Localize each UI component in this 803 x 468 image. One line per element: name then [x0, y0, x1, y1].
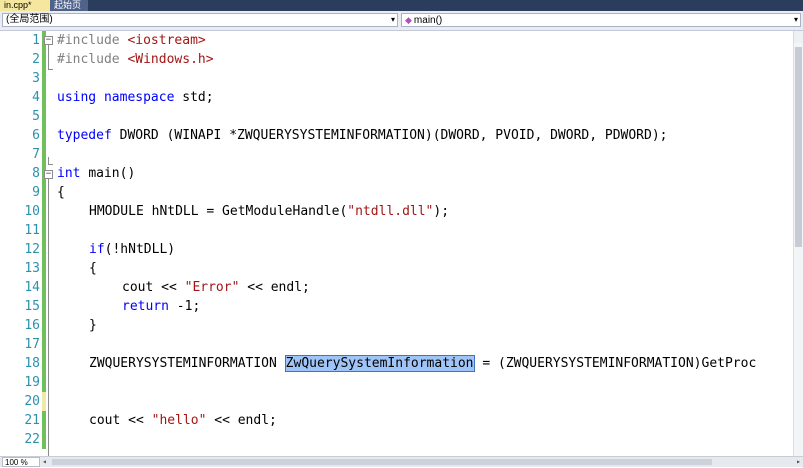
- method-icon: ◆: [405, 15, 412, 25]
- line-number: 21: [24, 413, 40, 428]
- line-number: 20: [24, 394, 40, 409]
- split-handle[interactable]: [793, 31, 803, 43]
- change-marker: [42, 316, 46, 335]
- change-marker: [42, 411, 46, 430]
- line-number: 1: [32, 33, 40, 48]
- change-marker: [42, 145, 46, 164]
- tab-start-page[interactable]: 起始页: [50, 0, 88, 11]
- change-marker: [42, 202, 46, 221]
- line-number: 8: [32, 166, 40, 181]
- change-marker: [42, 183, 46, 202]
- code-line-6: typedef DWORD (WINAPI *ZWQUERYSYSTEMINFO…: [57, 128, 668, 143]
- scroll-left-icon[interactable]: ◂: [42, 457, 47, 467]
- line-number: 4: [32, 90, 40, 105]
- tab-label: 起始页: [54, 0, 82, 10]
- line-number: 17: [24, 337, 40, 352]
- change-marker: [42, 126, 46, 145]
- change-marker: [42, 50, 46, 69]
- line-number: 14: [24, 280, 40, 295]
- vertical-scrollbar[interactable]: [793, 43, 803, 456]
- line-number: 16: [24, 318, 40, 333]
- line-number: 3: [32, 71, 40, 86]
- scope-dropdown[interactable]: (全局范围) ▾: [2, 13, 398, 27]
- outline-line: [48, 43, 49, 69]
- code-line-2: #include <Windows.h>: [57, 52, 214, 67]
- horizontal-scrollbar[interactable]: 100 % ◂ ▸: [0, 456, 803, 467]
- code-line-14: cout << "Error" << endl;: [122, 280, 310, 295]
- line-number: 22: [24, 432, 40, 447]
- code-editor[interactable]: #include <iostream> #include <Windows.h>…: [57, 31, 793, 456]
- chevron-down-icon[interactable]: ▾: [794, 14, 798, 26]
- change-marker: [42, 354, 46, 373]
- change-marker: [42, 107, 46, 126]
- navigation-bar: (全局范围) ▾ ◆ main() ▾: [0, 11, 803, 31]
- function-dropdown[interactable]: ◆ main() ▾: [401, 13, 801, 27]
- scroll-right-icon[interactable]: ▸: [796, 457, 801, 467]
- code-line-13: {: [89, 261, 97, 276]
- line-number: 5: [32, 109, 40, 124]
- scrollbar-thumb[interactable]: [795, 47, 802, 247]
- outline-line: [48, 164, 53, 165]
- tab-label: in.cpp*: [4, 0, 32, 10]
- scope-value: (全局范围): [6, 14, 53, 25]
- code-line-4: using namespace std;: [57, 90, 214, 105]
- change-marker: [42, 373, 46, 392]
- outline-line: [48, 179, 49, 459]
- change-marker: [42, 240, 46, 259]
- change-marker: [42, 259, 46, 278]
- line-number: 18: [24, 356, 40, 371]
- selected-identifier[interactable]: ZwQuerySystemInformation: [284, 355, 475, 372]
- change-marker: [42, 221, 46, 240]
- scrollbar-thumb[interactable]: [52, 459, 712, 465]
- change-marker: [42, 297, 46, 316]
- line-number: 12: [24, 242, 40, 257]
- tab-strip: in.cpp* 起始页: [0, 0, 803, 11]
- code-line-1: #include <iostream>: [57, 33, 206, 48]
- collapse-icon[interactable]: −: [44, 170, 53, 179]
- line-number: 15: [24, 299, 40, 314]
- line-number: 19: [24, 375, 40, 390]
- outline-line: [48, 69, 53, 70]
- line-number: 13: [24, 261, 40, 276]
- code-line-15: return -1;: [122, 299, 201, 314]
- collapse-icon[interactable]: −: [44, 36, 53, 45]
- change-marker: [42, 430, 46, 449]
- line-number: 10: [24, 204, 40, 219]
- tab-main-cpp[interactable]: in.cpp*: [0, 0, 52, 11]
- code-line-10: HMODULE hNtDLL = GetModuleHandle("ntdll.…: [89, 204, 450, 219]
- code-line-8: int main(): [57, 166, 136, 181]
- line-number: 11: [24, 223, 40, 238]
- change-marker: [42, 69, 46, 88]
- change-marker: [42, 88, 46, 107]
- line-number: 9: [32, 185, 40, 200]
- change-marker: [42, 392, 46, 411]
- code-line-9: {: [57, 185, 65, 200]
- line-number: 7: [32, 147, 40, 162]
- code-line-16: }: [89, 318, 97, 333]
- zoom-dropdown[interactable]: 100 %: [2, 457, 40, 467]
- editor-gutter: 1 2 3 4 5 6 7 8 9 10 11 12 13 14 15 16 17 18 19 20 21 22 − −: [0, 31, 53, 459]
- line-number: 6: [32, 128, 40, 143]
- code-line-18: ZWQUERYSYSTEMINFORMATION ZwQuerySystemIn…: [89, 355, 757, 372]
- code-line-21: cout << "hello" << endl;: [89, 413, 277, 428]
- function-value: main(): [413, 15, 443, 26]
- code-line-12: if(!hNtDLL): [89, 242, 176, 257]
- change-marker: [42, 335, 46, 354]
- change-marker: [42, 278, 46, 297]
- line-number: 2: [32, 52, 40, 67]
- chevron-down-icon[interactable]: ▾: [391, 14, 395, 26]
